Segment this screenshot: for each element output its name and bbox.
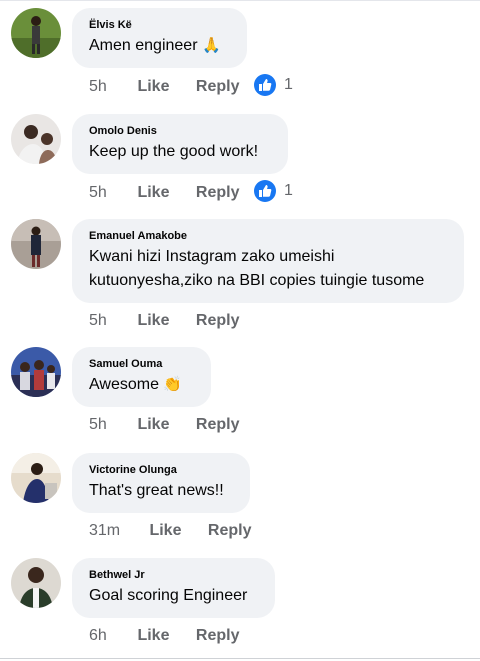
comment-actions: 31m Like Reply bbox=[89, 520, 268, 542]
comment-author[interactable]: Bethwel Jr bbox=[89, 568, 257, 582]
like-button[interactable]: Like bbox=[137, 414, 169, 436]
top-divider bbox=[0, 0, 480, 1]
avatar[interactable] bbox=[11, 8, 61, 58]
comment-actions: 5h Like Reply bbox=[89, 310, 256, 332]
comment-actions: 5h Like Reply bbox=[89, 414, 256, 436]
reply-button[interactable]: Reply bbox=[196, 182, 240, 204]
comment-actions: 5h Like Reply bbox=[89, 76, 256, 98]
comment-text: Keep up the good work! bbox=[89, 143, 259, 160]
comment-bubble: Emanuel Amakobe Kwani hizi Instagram zak… bbox=[72, 219, 464, 303]
reply-button[interactable]: Reply bbox=[196, 625, 240, 647]
comment-time[interactable]: 5h bbox=[89, 182, 127, 204]
comment-text: Kwani hizi Instagram zako umeishi kutuony… bbox=[89, 245, 446, 293]
avatar[interactable] bbox=[11, 453, 61, 503]
reply-button[interactable]: Reply bbox=[196, 76, 240, 98]
comment-text: Goal scoring Engineer bbox=[89, 587, 248, 604]
like-thumb-icon bbox=[254, 180, 276, 202]
avatar[interactable] bbox=[11, 558, 61, 608]
comment-text: Awesome 👏 bbox=[89, 376, 183, 393]
bottom-divider bbox=[0, 658, 480, 659]
comment-actions: 6h Like Reply bbox=[89, 625, 256, 647]
comment-time[interactable]: 5h bbox=[89, 414, 127, 436]
like-button[interactable]: Like bbox=[137, 625, 169, 647]
comment-bubble: Omolo Denis Keep up the good work! bbox=[72, 114, 288, 174]
avatar[interactable] bbox=[11, 219, 61, 269]
clapping-hands-emoji: 👏 bbox=[163, 376, 183, 393]
reaction-count: 1 bbox=[284, 76, 293, 93]
comment-text: Amen engineer 🙏 bbox=[89, 37, 221, 54]
like-button[interactable]: Like bbox=[137, 310, 169, 332]
avatar[interactable] bbox=[11, 347, 61, 397]
comment-time[interactable]: 5h bbox=[89, 76, 127, 98]
like-thumb-icon bbox=[254, 74, 276, 96]
comment-time[interactable]: 6h bbox=[89, 625, 127, 647]
comment-time[interactable]: 31m bbox=[89, 520, 139, 542]
comment-author[interactable]: Emanuel Amakobe bbox=[89, 229, 446, 243]
reaction-summary[interactable]: 1 bbox=[254, 74, 293, 96]
comment-bubble: Victorine Olunga That's great news!! bbox=[72, 453, 250, 513]
reply-button[interactable]: Reply bbox=[208, 520, 252, 542]
reaction-count: 1 bbox=[284, 182, 293, 199]
comment-text: That's great news!! bbox=[89, 482, 224, 499]
reaction-summary[interactable]: 1 bbox=[254, 180, 293, 202]
reply-button[interactable]: Reply bbox=[196, 310, 240, 332]
comment-author[interactable]: Omolo Denis bbox=[89, 124, 270, 138]
folded-hands-emoji: 🙏 bbox=[201, 37, 221, 54]
comment-time[interactable]: 5h bbox=[89, 310, 127, 332]
comment-text-line: kutuonyesha,ziko na BBI copies tuingie t… bbox=[89, 272, 425, 289]
like-button[interactable]: Like bbox=[149, 520, 181, 542]
like-button[interactable]: Like bbox=[137, 182, 169, 204]
comment-author[interactable]: Samuel Ouma bbox=[89, 357, 193, 371]
reply-button[interactable]: Reply bbox=[196, 414, 240, 436]
comment-actions: 5h Like Reply bbox=[89, 182, 256, 204]
comment-bubble: Bethwel Jr Goal scoring Engineer bbox=[72, 558, 275, 618]
comment-author[interactable]: Ëlvis Kë bbox=[89, 18, 229, 32]
comment-bubble: Samuel Ouma Awesome 👏 bbox=[72, 347, 211, 407]
avatar[interactable] bbox=[11, 114, 61, 164]
comment-text-line: Kwani hizi Instagram zako umeishi bbox=[89, 248, 335, 265]
like-button[interactable]: Like bbox=[137, 76, 169, 98]
comment-author[interactable]: Victorine Olunga bbox=[89, 463, 232, 477]
comment-bubble: Ëlvis Kë Amen engineer 🙏 bbox=[72, 8, 247, 68]
